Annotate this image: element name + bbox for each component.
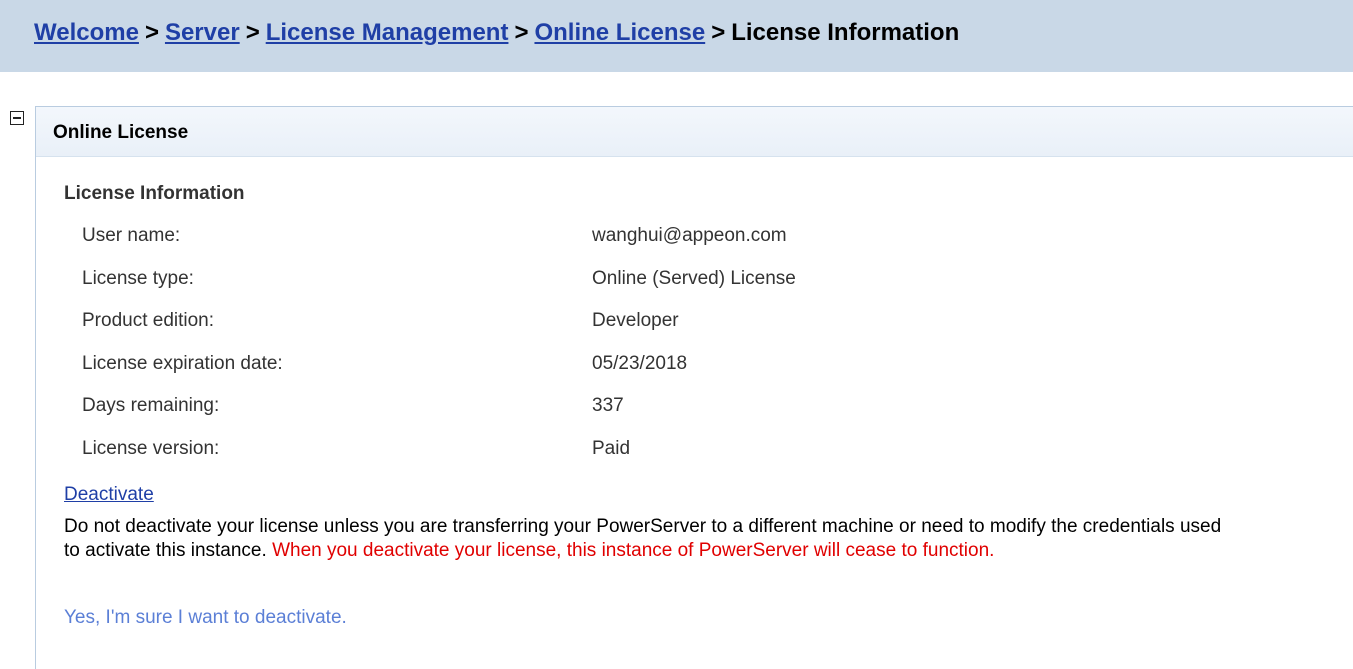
info-label: User name: [82,225,181,246]
breadcrumb: Welcome > Server > License Management > Online… [0,0,1353,72]
info-value: Online (Served) License [592,267,796,289]
deactivate-link[interactable]: Deactivate [64,484,154,506]
info-value: Paid [592,437,631,459]
info-label: Days remaining: [82,395,220,416]
breadcrumb-link-welcome[interactable]: Welcome [34,19,139,46]
section-title: License Information [64,183,245,204]
breadcrumb-separator: > [711,19,726,46]
info-value: wanghui@appeon.com [592,225,787,246]
info-label: License version: [82,437,220,459]
info-value: Developer [592,310,679,331]
info-value: 05/23/2018 [592,352,688,374]
online-license-panel: Online License License Information User … [35,106,1353,669]
breadcrumb-separator: > [245,19,260,46]
deactivate-warning: Do not deactivate your license unless yo… [64,515,1224,563]
breadcrumb-current: License Information [731,19,960,46]
breadcrumb-link-server[interactable]: Server [165,19,240,46]
info-label: Product edition: [82,310,215,331]
warning-emphasis: When you deactivate your license, this i… [272,540,995,561]
breadcrumb-separator: > [514,19,529,46]
breadcrumb-link-license-management[interactable]: License Management [266,19,509,46]
panel-title: Online License [36,107,1353,157]
confirm-deactivate-link[interactable]: Yes, I'm sure I want to deactivate. [64,607,347,629]
info-label: License type: [82,267,194,289]
breadcrumb-link-online-license[interactable]: Online License [534,19,705,46]
info-value: 337 [592,395,624,416]
collapse-minus-icon[interactable] [10,111,24,125]
info-label: License expiration date: [82,352,283,374]
breadcrumb-separator: > [144,19,159,46]
